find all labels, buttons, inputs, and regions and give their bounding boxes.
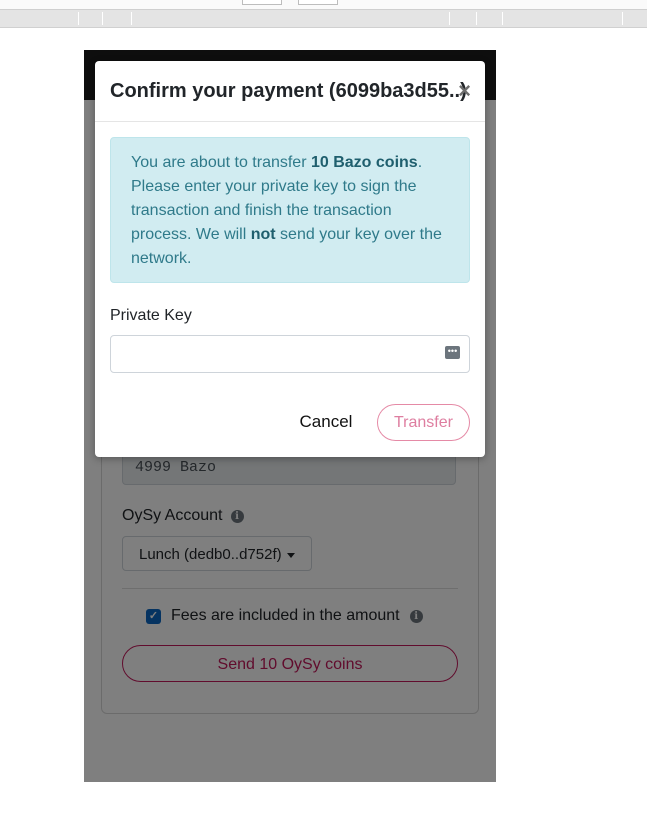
toolbar-field xyxy=(298,0,338,5)
cancel-button[interactable]: Cancel xyxy=(288,404,364,440)
alert-text-1: You are about to transfer xyxy=(131,154,311,171)
private-key-label: Private Key xyxy=(110,307,192,324)
alert-emphasis: not xyxy=(250,226,276,243)
toolbar-field xyxy=(242,0,282,5)
password-manager-icon[interactable]: ••• xyxy=(445,346,460,359)
private-key-input[interactable] xyxy=(110,335,470,373)
alert-amount: 10 Bazo coins xyxy=(310,154,418,171)
browser-toolbar-strip xyxy=(0,0,647,10)
info-alert: You are about to transfer 10 Bazo coins.… xyxy=(110,137,470,283)
transfer-button[interactable]: Transfer xyxy=(377,404,470,441)
modal-title: Confirm your payment (6099ba3d55..) xyxy=(110,80,467,102)
browser-tab-strip xyxy=(0,10,647,28)
close-icon[interactable]: × xyxy=(458,80,471,102)
confirm-payment-modal: Confirm your payment (6099ba3d55..) × Yo… xyxy=(95,61,485,457)
modal-header: Confirm your payment (6099ba3d55..) × xyxy=(95,61,485,122)
